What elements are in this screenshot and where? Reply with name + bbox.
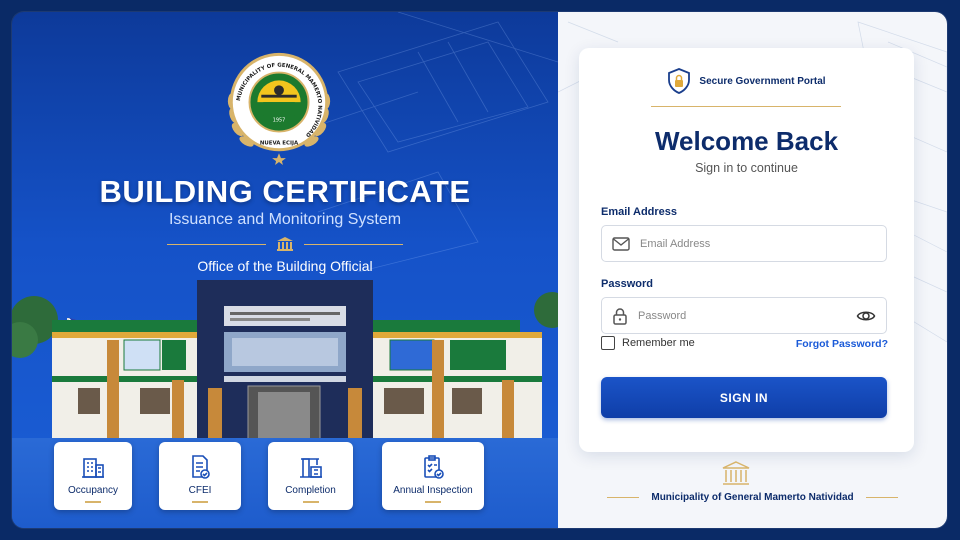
email-label: Email Address (601, 206, 678, 218)
card-cfei[interactable]: CFEI (159, 442, 241, 510)
municipality-footer: Municipality of General Mamerto Nativida… (558, 492, 947, 503)
remember-me-checkbox[interactable] (601, 336, 615, 350)
portal-header: Secure Government Portal (579, 68, 914, 94)
card-completion[interactable]: Completion (268, 442, 353, 510)
clipboard-check-icon (424, 455, 444, 479)
signin-subtitle: Sign in to continue (695, 161, 798, 175)
portal-label: Secure Government Portal (699, 75, 826, 87)
envelope-icon (612, 236, 630, 251)
document-check-icon (192, 455, 210, 479)
portal-divider (651, 106, 841, 107)
municipality-name: Municipality of General Mamerto Nativida… (651, 492, 854, 503)
hero-title: BUILDING CERTIFICATE (99, 174, 471, 209)
welcome-heading: Welcome Back (654, 126, 839, 156)
municipal-seal-icon: 1957 MUNICIPALITY OF GENERAL MAMERTO NAT… (227, 52, 331, 165)
password-label: Password (601, 278, 653, 290)
hero-office-name: Office of the Building Official (197, 258, 373, 274)
construction-icon (299, 458, 322, 478)
card-annual-inspection[interactable]: Annual Inspection (382, 442, 484, 510)
eye-icon[interactable] (856, 306, 876, 326)
password-field-wrapper (601, 297, 887, 334)
app-frame: 1957 MUNICIPALITY OF GENERAL MAMERTO NAT… (12, 12, 947, 528)
login-panel: Secure Government Portal Welcome Back Si… (558, 12, 947, 528)
email-field-wrapper (601, 225, 887, 262)
forgot-password-link[interactable]: Forgot Password? (796, 338, 888, 350)
hero-panel: 1957 MUNICIPALITY OF GENERAL MAMERTO NAT… (12, 12, 558, 528)
password-input[interactable] (638, 309, 856, 322)
email-input[interactable] (640, 237, 886, 250)
remember-me[interactable]: Remember me (601, 336, 695, 350)
svg-text:1957: 1957 (273, 118, 286, 124)
hero-subtitle: Issuance and Monitoring System (168, 211, 402, 228)
municipal-building-illustration (12, 280, 558, 448)
hero-divider (167, 234, 403, 254)
government-building-icon (277, 237, 293, 251)
certificate-types: Occupancy CFEI Completion Annual Inspect… (12, 442, 558, 512)
lock-icon (613, 307, 627, 325)
municipal-hall-icon (722, 461, 750, 485)
shield-lock-icon (668, 68, 691, 94)
svg-text:NUEVA ECIJA: NUEVA ECIJA (260, 140, 299, 146)
remember-me-label: Remember me (622, 337, 695, 349)
sign-in-button[interactable]: SIGN IN (601, 377, 887, 418)
login-card: Secure Government Portal Welcome Back Si… (579, 48, 914, 452)
building-icon (82, 458, 104, 478)
card-occupancy[interactable]: Occupancy (54, 442, 132, 510)
